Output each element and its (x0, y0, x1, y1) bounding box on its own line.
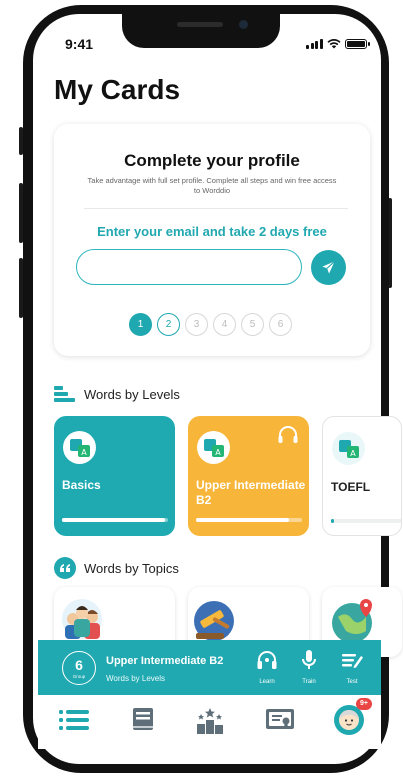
divider (84, 208, 348, 209)
svg-text:A: A (350, 449, 356, 458)
profile-step: 4 (213, 313, 236, 336)
status-icons (306, 38, 370, 49)
level-card-label: Upper Intermediate B2 (196, 478, 306, 507)
send-email-button[interactable] (311, 250, 346, 285)
level-card-label: TOEFL (331, 480, 371, 494)
status-time: 9:41 (65, 36, 94, 52)
translation-icon: A (332, 432, 365, 465)
translation-icon: A (197, 431, 230, 464)
translation-icon: A (63, 431, 96, 464)
profile-step: 1 (129, 313, 152, 336)
quote-icon (54, 557, 76, 579)
words-by-levels-title: Words by Levels (84, 386, 180, 402)
bottom-tab-bar: 9+ (38, 695, 381, 749)
test-button[interactable]: Test (335, 648, 369, 685)
wifi-icon (326, 38, 341, 49)
profile-step: 5 (241, 313, 264, 336)
front-camera (239, 20, 248, 29)
headphones-icon (257, 651, 277, 669)
profile-step: 2 (157, 313, 180, 336)
profile-card-title: Complete your profile (124, 151, 300, 170)
level-progress-bar (331, 519, 401, 523)
email-offer-text: Enter your email and take 2 days free (97, 224, 327, 239)
tab-library[interactable] (131, 707, 155, 738)
train-label: Train (302, 679, 316, 685)
profile-step: 3 (185, 313, 208, 336)
learn-button[interactable]: Learn (250, 648, 284, 685)
test-list-icon (342, 654, 363, 668)
words-by-topics-header: Words by Topics (54, 557, 179, 579)
paper-plane-icon (322, 260, 335, 274)
words-by-topics-title: Words by Topics (84, 560, 179, 576)
profile-step: 6 (269, 313, 292, 336)
svg-text:A: A (215, 448, 221, 457)
test-label: Test (346, 679, 358, 685)
profile-avatar-button[interactable]: 9+ (334, 698, 372, 735)
group-label: Group (72, 674, 86, 679)
avatar-face-icon (339, 710, 359, 730)
notification-badge: 9+ (356, 698, 372, 710)
level-progress-bar (62, 518, 168, 522)
book-icon (133, 708, 153, 730)
tab-my-cards[interactable] (59, 707, 89, 738)
levels-bars-icon (54, 386, 75, 402)
list-icon (59, 710, 89, 730)
level-card-upper-intermediate[interactable]: A Upper Intermediate B2 (188, 416, 309, 536)
notch (122, 14, 280, 48)
learn-label: Learn (259, 679, 275, 685)
now-playing-bar[interactable]: 6 Group Upper Intermediate B2 Words by L… (38, 640, 381, 695)
profile-steps: 123456 (129, 313, 292, 336)
level-progress-bar (196, 518, 302, 522)
tab-leaderboard[interactable] (195, 707, 225, 740)
battery-icon (344, 38, 370, 49)
tab-certificate[interactable] (265, 707, 295, 738)
cellular-signal-icon (306, 38, 323, 49)
page-title: My Cards (54, 74, 181, 105)
player-title: Upper Intermediate B2 (106, 655, 224, 667)
level-card-label: Basics (62, 478, 101, 492)
email-field[interactable] (76, 249, 302, 285)
player-subtitle: Words by Levels (106, 674, 165, 683)
certificate-icon (266, 709, 294, 729)
group-badge: 6 Group (62, 651, 96, 685)
level-card-basics[interactable]: A Basics (54, 416, 175, 536)
headphones-icon[interactable] (277, 425, 299, 445)
profile-card-description: Take advantage with full set profile. Co… (87, 176, 337, 195)
train-button[interactable]: Train (292, 648, 326, 685)
speaker-grille (177, 22, 223, 27)
level-card-toefl[interactable]: A TOEFL (322, 416, 402, 536)
microphone-icon (302, 650, 316, 669)
group-number: 6 (75, 657, 83, 673)
words-by-levels-header: Words by Levels (54, 386, 180, 402)
podium-stars-icon (197, 708, 223, 734)
complete-profile-card: Complete your profile Take advantage wit… (54, 124, 370, 356)
svg-text:A: A (81, 448, 87, 457)
